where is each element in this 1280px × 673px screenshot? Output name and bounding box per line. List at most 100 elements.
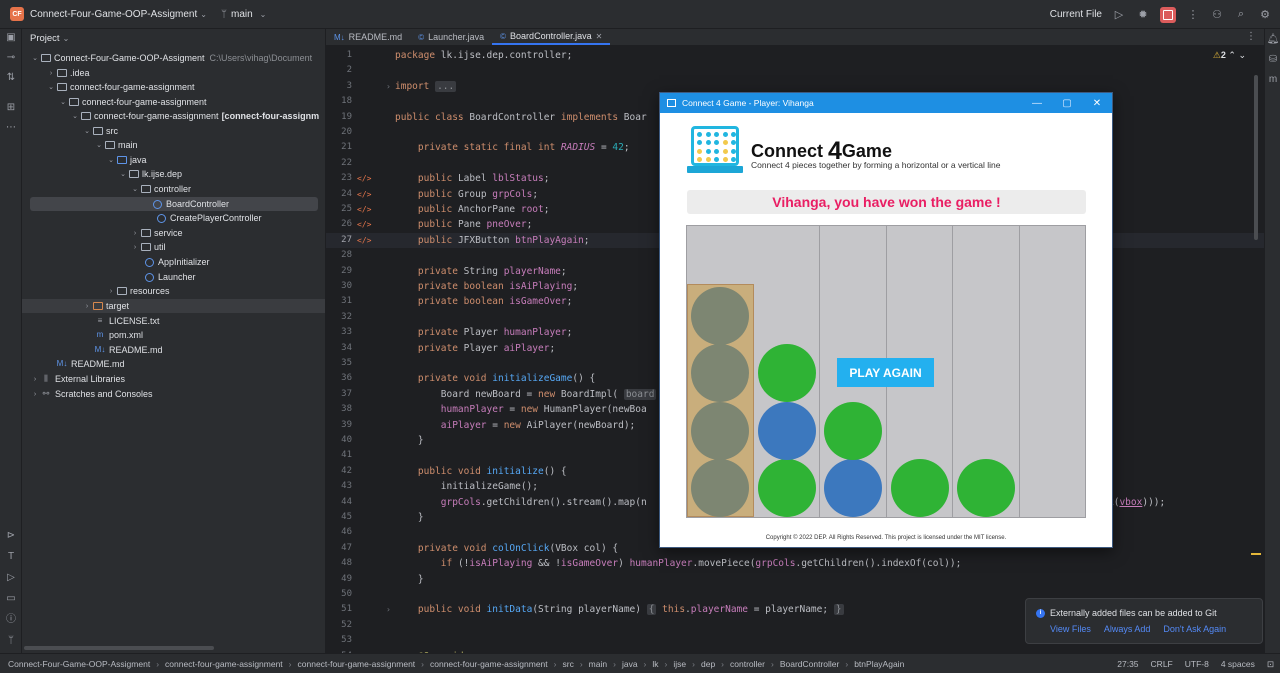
play-again-button[interactable]: PLAY AGAIN [837, 358, 934, 387]
fxml-link-icon[interactable]: </> [357, 187, 371, 202]
line-number[interactable]: 30 [326, 279, 352, 294]
expand-arrow-icon[interactable]: › [30, 376, 40, 383]
view-files-link[interactable]: View Files [1050, 624, 1091, 634]
line-number[interactable]: 29 [326, 264, 352, 279]
code-line[interactable]: 1 package lk.ijse.dep.controller; [326, 48, 1264, 63]
tree-item-readme-root[interactable]: M↓ README.md [22, 357, 325, 371]
run-config-selector[interactable]: Current File [1050, 9, 1102, 20]
more-icon[interactable]: ⋮ [1186, 8, 1200, 22]
tree-item-external-libraries[interactable]: › ⫼ External Libraries [22, 372, 325, 386]
breadcrumb-item[interactable]: main [589, 659, 607, 669]
tree-item-createplayercontroller[interactable]: CreatePlayerController [22, 211, 325, 225]
breadcrumb-item[interactable]: connect-four-game-assignment [165, 659, 283, 669]
board-column[interactable] [1020, 226, 1087, 517]
dont-ask-again-link[interactable]: Don't Ask Again [1163, 624, 1226, 634]
line-number[interactable]: 50 [326, 587, 352, 602]
code-line[interactable]: 2 [326, 63, 1264, 78]
fxml-link-icon[interactable]: </> [357, 202, 371, 217]
tab-launcher[interactable]: © Launcher.java [410, 29, 492, 45]
add-user-icon[interactable]: ⚇ [1210, 8, 1224, 22]
tree-item-controller[interactable]: ⌄ controller [22, 182, 325, 196]
commit-icon[interactable]: ⊸ [4, 51, 18, 65]
tree-item-pom[interactable]: m pom.xml [22, 328, 325, 342]
line-number[interactable]: 48 [326, 556, 352, 571]
expand-arrow-icon[interactable]: ⌄ [46, 83, 56, 91]
console-icon[interactable]: ▭ [4, 592, 18, 606]
minimize-button[interactable]: — [1022, 93, 1052, 113]
fxml-link-icon[interactable]: </> [357, 233, 371, 248]
fold-icon[interactable]: › [386, 602, 391, 617]
tab-readme[interactable]: M↓ README.md [326, 29, 410, 45]
line-number[interactable]: 41 [326, 448, 352, 463]
run-icon[interactable]: ▷ [1112, 8, 1126, 22]
tree-item-target[interactable]: › target [22, 299, 325, 313]
tree-item-main[interactable]: ⌄ main [22, 138, 325, 152]
chevron-down-icon[interactable]: ⌄ [200, 10, 207, 19]
line-number[interactable]: 49 [326, 572, 352, 587]
tree-item-resources[interactable]: › resources [22, 284, 325, 298]
line-number[interactable]: 22 [326, 156, 352, 171]
line-number[interactable]: 47 [326, 541, 352, 556]
line-number[interactable]: 27 [326, 233, 352, 248]
services-icon[interactable]: ⊳ [4, 529, 18, 543]
database-icon[interactable]: ⛁ [1266, 53, 1280, 67]
code-line[interactable]: 49 } [326, 572, 1264, 587]
code-line[interactable]: 48 if (!isAiPlaying && !isGameOver) huma… [326, 556, 1264, 571]
breadcrumb-item[interactable]: src [562, 659, 573, 669]
line-number[interactable]: 26 [326, 217, 352, 232]
line-number[interactable]: 1 [326, 48, 352, 63]
expand-arrow-icon[interactable]: › [46, 70, 56, 77]
line-number[interactable]: 42 [326, 464, 352, 479]
tree-item-scratches[interactable]: › ⚯ Scratches and Consoles [22, 387, 325, 401]
expand-arrow-icon[interactable]: › [30, 391, 40, 398]
breadcrumb-item[interactable]: BoardController [780, 659, 840, 669]
breadcrumb-item[interactable]: java [622, 659, 638, 669]
breadcrumb-item[interactable]: connect-four-game-assignment [298, 659, 416, 669]
expand-arrow-icon[interactable]: ⌄ [118, 170, 128, 178]
line-number[interactable]: 20 [326, 125, 352, 140]
tree-item-root[interactable]: ⌄ Connect-Four-Game-OOP-Assigment C:\Use… [22, 51, 325, 65]
tree-item-package[interactable]: ⌄ lk.ijse.dep [22, 167, 325, 181]
tree-item-idea[interactable]: › .idea [22, 66, 325, 80]
expand-arrow-icon[interactable]: › [130, 244, 140, 251]
breadcrumb-item[interactable]: controller [730, 659, 765, 669]
line-number[interactable]: 25 [326, 202, 352, 217]
close-icon[interactable]: ✕ [596, 32, 603, 41]
tree-item-module[interactable]: ⌄ connect-four-game-assignment [22, 80, 325, 94]
expand-arrow-icon[interactable]: ⌄ [82, 127, 92, 135]
breadcrumb-item[interactable]: connect-four-game-assignment [430, 659, 548, 669]
tree-item-module[interactable]: ⌄ connect-four-game-assignment [22, 95, 325, 109]
notifications-icon[interactable]: 🔔︎ [1266, 33, 1280, 47]
tab-boardcontroller[interactable]: © BoardController.java ✕ [492, 29, 611, 45]
expand-arrow-icon[interactable]: › [106, 288, 116, 295]
error-stripe-mark[interactable] [1251, 553, 1261, 555]
line-number[interactable]: 34 [326, 341, 352, 356]
breadcrumb-item[interactable]: ijse [673, 659, 686, 669]
breadcrumb-item[interactable]: Connect-Four-Game-OOP-Assigment [8, 659, 150, 669]
line-number[interactable]: 45 [326, 510, 352, 525]
maximize-button[interactable]: ▢ [1052, 93, 1082, 113]
more-tools-icon[interactable]: ⋯ [4, 121, 18, 135]
line-number[interactable]: 51 [326, 602, 352, 617]
file-encoding[interactable]: UTF-8 [1185, 659, 1209, 669]
line-number[interactable]: 39 [326, 418, 352, 433]
tree-item-src[interactable]: ⌄ src [22, 124, 325, 138]
run-tool-icon[interactable]: ▷ [4, 571, 18, 585]
line-number[interactable]: 35 [326, 356, 352, 371]
terminal-icon[interactable]: T [4, 550, 18, 564]
expand-arrow-icon[interactable]: ⌄ [70, 112, 80, 120]
tree-item-java[interactable]: ⌄ java [22, 153, 325, 167]
line-number[interactable]: 3 [326, 79, 352, 94]
folder-icon[interactable]: ▣ [4, 31, 18, 45]
expand-arrow-icon[interactable]: ⌄ [30, 54, 40, 62]
tree-item-appinitializer[interactable]: AppInitializer [22, 255, 325, 269]
vertical-scrollbar[interactable] [1254, 75, 1258, 240]
expand-arrow-icon[interactable]: ⌄ [58, 98, 68, 106]
fold-icon[interactable]: › [386, 79, 391, 94]
search-icon[interactable]: ⌕ [1234, 8, 1248, 22]
breadcrumb-item[interactable]: lk [652, 659, 658, 669]
always-add-link[interactable]: Always Add [1104, 624, 1151, 634]
line-number[interactable]: 32 [326, 310, 352, 325]
line-number[interactable]: 28 [326, 248, 352, 263]
tree-item-util[interactable]: › util [22, 240, 325, 254]
